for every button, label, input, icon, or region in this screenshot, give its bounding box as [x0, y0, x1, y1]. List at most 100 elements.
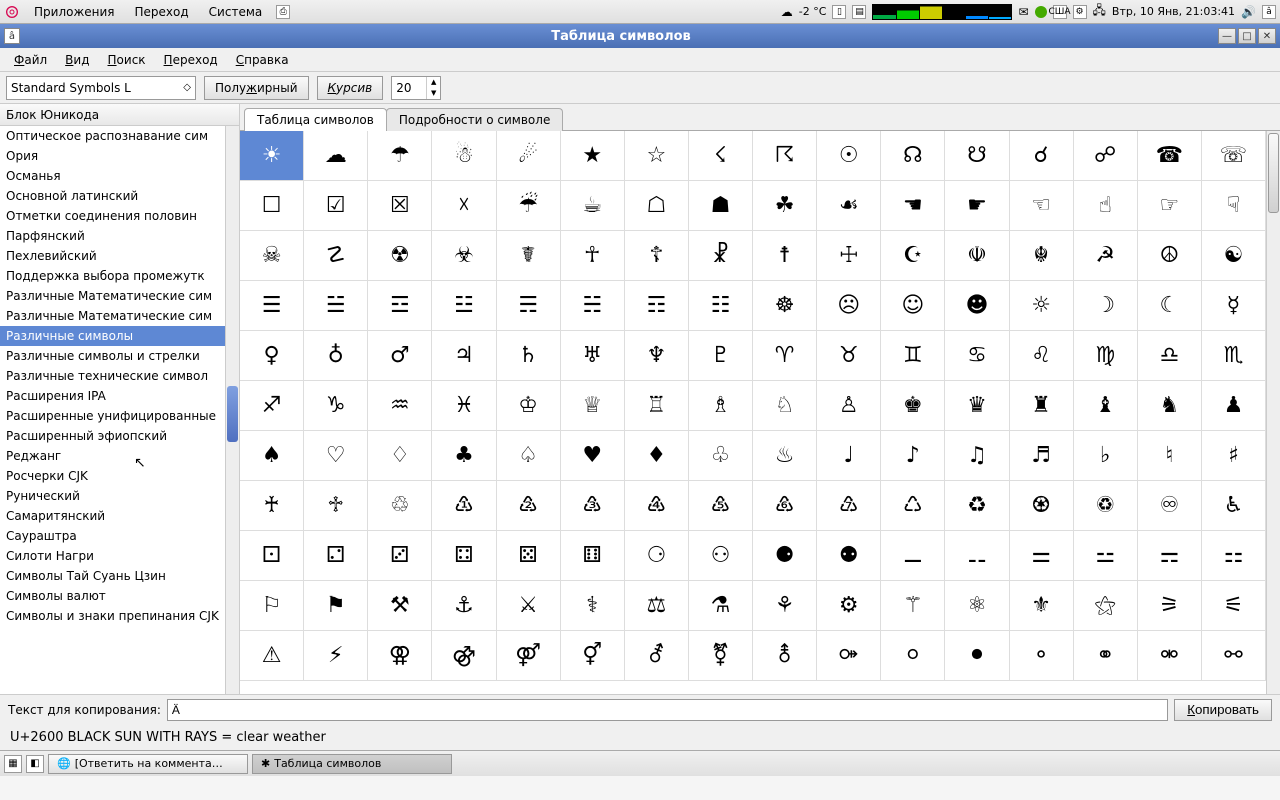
unicode-block-item[interactable]: Османья: [0, 166, 225, 186]
character-cell[interactable]: ☙: [817, 181, 881, 231]
character-cell[interactable]: ♷: [689, 481, 753, 531]
character-cell[interactable]: ☬: [1010, 231, 1074, 281]
character-cell[interactable]: ♩: [817, 431, 881, 481]
places-menu[interactable]: Переход: [129, 3, 195, 21]
character-cell[interactable]: ☤: [497, 231, 561, 281]
mail-icon[interactable]: ✉: [1018, 5, 1028, 19]
battery-icon[interactable]: ▯: [832, 5, 846, 19]
character-cell[interactable]: ⚕: [561, 581, 625, 631]
character-cell[interactable]: ⚎: [1138, 531, 1202, 581]
system-monitor-applet[interactable]: [872, 4, 1012, 20]
character-cell[interactable]: ♯: [1202, 431, 1266, 481]
character-cell[interactable]: ☮: [1138, 231, 1202, 281]
character-cell[interactable]: ♀: [240, 331, 304, 381]
character-cell[interactable]: ♽: [1074, 481, 1138, 531]
character-cell[interactable]: ♿: [1202, 481, 1266, 531]
unicode-block-item[interactable]: Поддержка выбора промежутк: [0, 266, 225, 286]
taskbar-task[interactable]: 🌐[Ответить на коммента…: [48, 754, 248, 774]
character-cell[interactable]: ♑: [304, 381, 368, 431]
character-cell[interactable]: ☽: [1074, 281, 1138, 331]
minimize-button[interactable]: —: [1218, 28, 1236, 44]
updates-icon[interactable]: ⚙: [1073, 5, 1087, 19]
unicode-block-item[interactable]: Различные технические символ: [0, 366, 225, 386]
character-cell[interactable]: ⚧: [689, 631, 753, 681]
character-cell[interactable]: ⚒: [368, 581, 432, 631]
unicode-block-item[interactable]: Расширенные унифицированные: [0, 406, 225, 426]
character-cell[interactable]: ☇: [689, 131, 753, 181]
character-cell[interactable]: ♥: [561, 431, 625, 481]
character-cell[interactable]: ☛: [945, 181, 1009, 231]
character-cell[interactable]: ⚣: [432, 631, 496, 681]
character-cell[interactable]: ☊: [881, 131, 945, 181]
character-cell[interactable]: ♚: [881, 381, 945, 431]
character-cell[interactable]: ☁: [304, 131, 368, 181]
character-cell[interactable]: ☲: [368, 281, 432, 331]
clock[interactable]: Втр, 10 Янв, 21:03:41: [1112, 5, 1235, 18]
character-cell[interactable]: ♆: [625, 331, 689, 381]
character-cell[interactable]: ☪: [881, 231, 945, 281]
character-cell[interactable]: ⚭: [1074, 631, 1138, 681]
character-cell[interactable]: ☳: [432, 281, 496, 331]
character-cell[interactable]: ⚉: [817, 531, 881, 581]
character-cell[interactable]: ☓: [432, 181, 496, 231]
character-cell[interactable]: ♐: [240, 381, 304, 431]
tab[interactable]: Таблица символов: [244, 108, 387, 131]
character-cell[interactable]: ⚟: [1202, 581, 1266, 631]
character-cell[interactable]: ☺: [881, 281, 945, 331]
character-cell[interactable]: ☎: [1138, 131, 1202, 181]
character-cell[interactable]: ⚃: [432, 531, 496, 581]
character-cell[interactable]: ☹: [817, 281, 881, 331]
character-cell[interactable]: ☻: [945, 281, 1009, 331]
unicode-block-item[interactable]: Парфянский: [0, 226, 225, 246]
character-cell[interactable]: ⚥: [561, 631, 625, 681]
character-cell[interactable]: ☠: [240, 231, 304, 281]
character-cell[interactable]: ⚖: [625, 581, 689, 631]
character-cell[interactable]: ⚊: [881, 531, 945, 581]
character-cell[interactable]: ♍: [1074, 331, 1138, 381]
bold-button[interactable]: Полужирный: [204, 76, 309, 100]
character-cell[interactable]: ♦: [625, 431, 689, 481]
character-cell[interactable]: ⚆: [625, 531, 689, 581]
character-cell[interactable]: ⚠: [240, 631, 304, 681]
unicode-block-item[interactable]: Различные символы: [0, 326, 225, 346]
character-cell[interactable]: ♠: [240, 431, 304, 481]
character-cell[interactable]: ☷: [689, 281, 753, 331]
status-indicator-icon[interactable]: [1035, 6, 1047, 18]
character-cell[interactable]: ♘: [753, 381, 817, 431]
apps-menu[interactable]: Приложения: [28, 3, 121, 21]
character-cell[interactable]: ☄: [497, 131, 561, 181]
character-cell[interactable]: ⚌: [1010, 531, 1074, 581]
character-cell[interactable]: ☋: [945, 131, 1009, 181]
character-cell[interactable]: ♛: [945, 381, 1009, 431]
character-cell[interactable]: ☗: [689, 181, 753, 231]
character-cell[interactable]: ☢: [368, 231, 432, 281]
scrollbar-thumb[interactable]: [1268, 133, 1279, 213]
scrollbar-thumb[interactable]: [227, 386, 238, 442]
character-cell[interactable]: ⚓: [432, 581, 496, 631]
unicode-block-item[interactable]: Саураштра: [0, 526, 225, 546]
character-cell[interactable]: ⚇: [689, 531, 753, 581]
lock-icon[interactable]: â: [1262, 5, 1276, 19]
unicode-block-item[interactable]: Расширенный эфиопский: [0, 426, 225, 446]
character-grid[interactable]: ☀☁☂☃☄★☆☇☈☉☊☋☌☍☎☏☐☑☒☓☔☕☖☗☘☙☚☛☜☝☞☟☠☡☢☣☤☥☦☧…: [240, 131, 1266, 694]
character-cell[interactable]: ☉: [817, 131, 881, 181]
character-cell[interactable]: ♋: [945, 331, 1009, 381]
character-cell[interactable]: ♤: [497, 431, 561, 481]
character-cell[interactable]: ☰: [240, 281, 304, 331]
character-cell[interactable]: ☯: [1202, 231, 1266, 281]
character-cell[interactable]: ☣: [432, 231, 496, 281]
character-cell[interactable]: ♒: [368, 381, 432, 431]
character-cell[interactable]: ☞: [1138, 181, 1202, 231]
unicode-block-item[interactable]: Различные Математические сим: [0, 306, 225, 326]
character-cell[interactable]: ♫: [945, 431, 1009, 481]
character-cell[interactable]: ♉: [817, 331, 881, 381]
unicode-block-item[interactable]: Различные Математические сим: [0, 286, 225, 306]
unicode-block-item[interactable]: Реджанг: [0, 446, 225, 466]
character-cell[interactable]: ☖: [625, 181, 689, 231]
character-cell[interactable]: ♓: [432, 381, 496, 431]
unicode-block-item[interactable]: Самаритянский: [0, 506, 225, 526]
character-cell[interactable]: ☒: [368, 181, 432, 231]
maximize-button[interactable]: □: [1238, 28, 1256, 44]
character-cell[interactable]: ☝: [1074, 181, 1138, 231]
character-cell[interactable]: ☈: [753, 131, 817, 181]
